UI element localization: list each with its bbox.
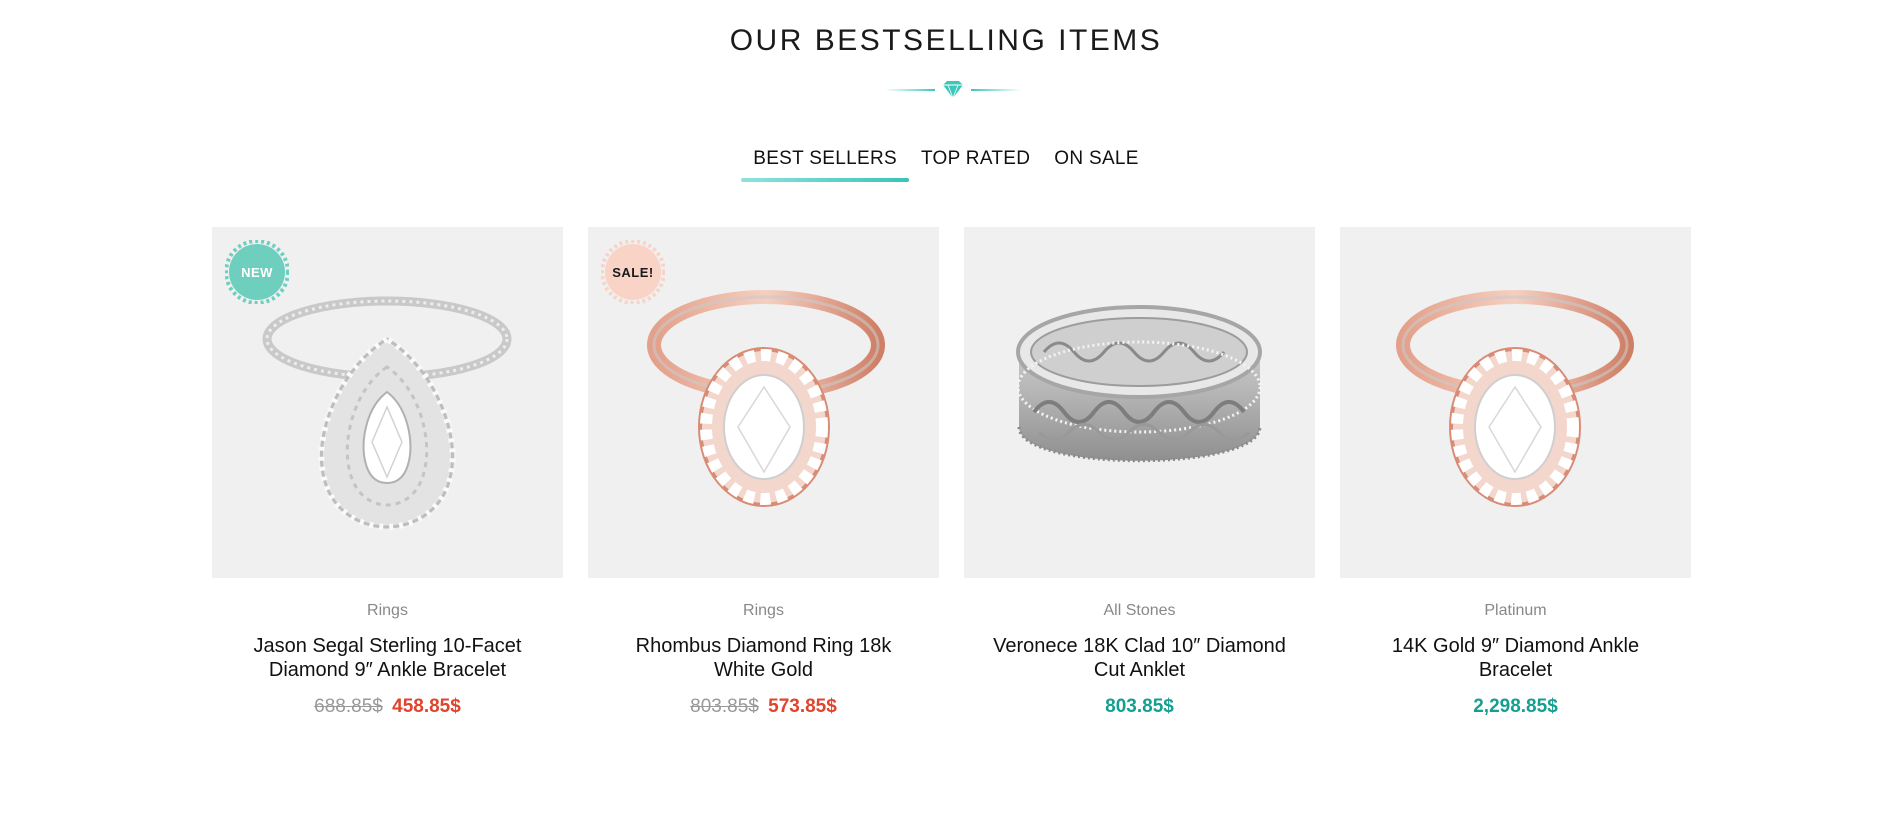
regular-price: 803.85$ xyxy=(1105,696,1174,717)
product-price: 803.85$ 573.85$ xyxy=(588,696,939,718)
sale-price: 573.85$ xyxy=(768,696,837,717)
product-card[interactable]: SALE! Rings Rhombus Diamond Ring 18k Whi… xyxy=(588,227,939,718)
diamond-divider-icon xyxy=(885,81,1021,100)
product-category[interactable]: All Stones xyxy=(964,602,1315,620)
old-price: 688.85$ xyxy=(314,696,383,717)
product-price: 2,298.85$ xyxy=(1340,696,1691,718)
product-category[interactable]: Rings xyxy=(212,602,563,620)
old-price: 803.85$ xyxy=(690,696,759,717)
regular-price: 2,298.85$ xyxy=(1473,696,1558,717)
product-category[interactable]: Rings xyxy=(588,602,939,620)
product-grid: NEW Rings Jason Segal Sterling 10-Facet … xyxy=(212,227,1691,718)
product-title[interactable]: Veronece 18K Clad 10″ Diamond Cut Anklet xyxy=(964,634,1315,682)
new-badge: NEW xyxy=(225,240,289,304)
silver-filigree-band-image xyxy=(1016,305,1262,463)
product-image[interactable] xyxy=(964,227,1315,578)
rose-gold-oval-halo-ring-image xyxy=(1396,290,1634,507)
section-title: OUR BESTSELLING ITEMS xyxy=(729,24,1163,57)
tab-on-sale[interactable]: ON SALE xyxy=(1042,148,1150,178)
tab-best-sellers[interactable]: BEST SELLERS xyxy=(741,148,909,182)
sale-badge: SALE! xyxy=(601,240,665,304)
product-price: 803.85$ xyxy=(964,696,1315,718)
product-price: 688.85$ 458.85$ xyxy=(212,696,563,718)
product-title[interactable]: 14K Gold 9″ Diamond Ankle Bracelet xyxy=(1340,634,1691,682)
product-image[interactable] xyxy=(1340,227,1691,578)
product-title[interactable]: Jason Segal Sterling 10-Facet Diamond 9″… xyxy=(212,634,563,682)
product-image[interactable]: NEW xyxy=(212,227,563,578)
sale-price: 458.85$ xyxy=(392,696,461,717)
product-card[interactable]: NEW Rings Jason Segal Sterling 10-Facet … xyxy=(212,227,563,718)
product-title[interactable]: Rhombus Diamond Ring 18k White Gold xyxy=(588,634,939,682)
product-card[interactable]: Platinum 14K Gold 9″ Diamond Ankle Brace… xyxy=(1340,227,1691,718)
product-image[interactable]: SALE! xyxy=(588,227,939,578)
product-category[interactable]: Platinum xyxy=(1340,602,1691,620)
tab-top-rated[interactable]: TOP RATED xyxy=(909,148,1042,178)
product-tabs: BEST SELLERS TOP RATED ON SALE xyxy=(0,148,1892,182)
product-card[interactable]: All Stones Veronece 18K Clad 10″ Diamond… xyxy=(964,227,1315,718)
